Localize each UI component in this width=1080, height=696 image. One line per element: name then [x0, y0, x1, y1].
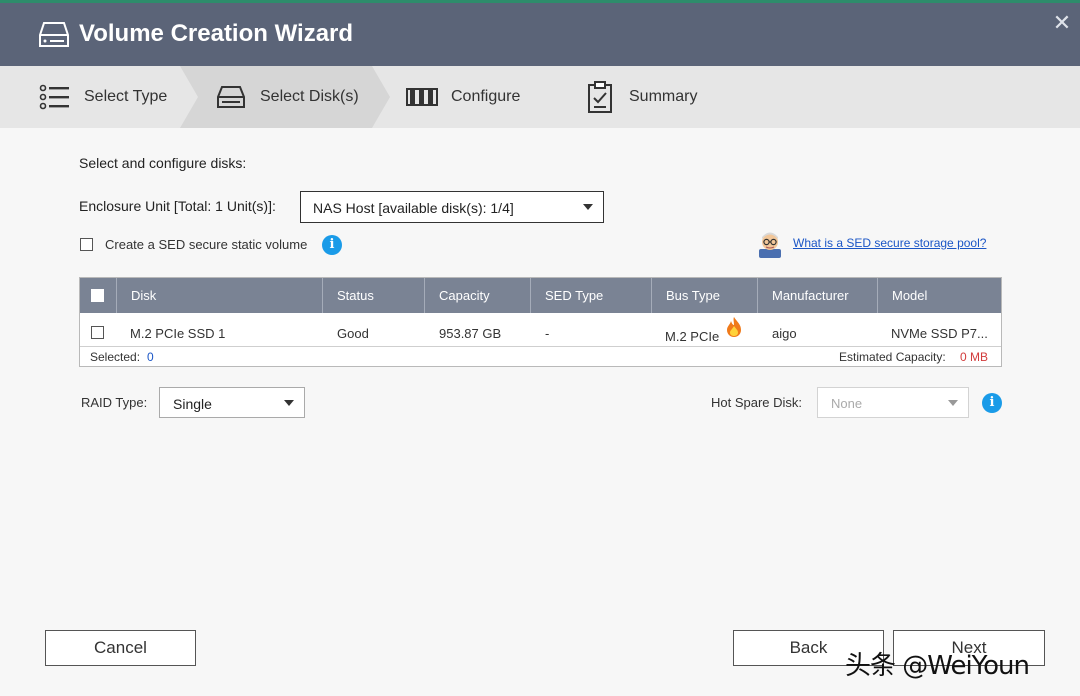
- step-configure[interactable]: Configure: [405, 66, 520, 128]
- chevron-down-icon: [583, 204, 593, 210]
- chevron-down-icon: [284, 400, 294, 406]
- step-summary[interactable]: Summary: [583, 66, 697, 128]
- cell-sed-type: -: [545, 326, 550, 341]
- column-header-disk[interactable]: Disk: [116, 278, 322, 313]
- cell-bus-type: M.2 PCIe: [665, 329, 720, 344]
- advisor-avatar-icon: [759, 232, 781, 258]
- watermark: 头条 @WeiYoun: [845, 651, 1030, 681]
- estimated-capacity-label: Estimated Capacity:: [839, 350, 946, 364]
- sed-checkbox[interactable]: [80, 238, 93, 251]
- step-select-disks[interactable]: Select Disk(s): [214, 66, 359, 128]
- step-label: Select Type: [84, 88, 168, 105]
- enclosure-value: NAS Host [available disk(s): 1/4]: [313, 200, 514, 216]
- step-label: Select Disk(s): [260, 88, 359, 105]
- info-icon[interactable]: i: [982, 393, 1002, 413]
- wizard-steps: Select Type Select Disk(s) Configure Sum…: [0, 66, 1080, 128]
- table-row[interactable]: M.2 PCIe SSD 1 Good 953.87 GB - M.2 PCIe…: [80, 313, 1001, 347]
- cell-disk: M.2 PCIe SSD 1: [130, 326, 226, 341]
- cancel-button[interactable]: Cancel: [45, 630, 196, 666]
- raid-type-select[interactable]: Single: [159, 387, 305, 418]
- sed-label: Create a SED secure static volume: [105, 237, 308, 252]
- selected-count: 0: [147, 350, 154, 364]
- table-header: Disk Status Capacity SED Type Bus Type M…: [80, 278, 1001, 313]
- info-icon[interactable]: i: [322, 235, 342, 255]
- configure-icon: [405, 82, 439, 112]
- disk-table: Disk Status Capacity SED Type Bus Type M…: [79, 277, 1002, 367]
- enclosure-select[interactable]: NAS Host [available disk(s): 1/4]: [300, 191, 604, 223]
- row-checkbox[interactable]: [91, 326, 104, 339]
- clipboard-icon: [583, 81, 617, 113]
- window-title: Volume Creation Wizard: [79, 20, 354, 47]
- select-all-checkbox[interactable]: [91, 289, 104, 302]
- column-header-model[interactable]: Model: [877, 278, 1001, 313]
- fire-icon: [727, 317, 741, 337]
- hot-spare-select[interactable]: None: [817, 387, 969, 418]
- table-footer: Selected: 0 Estimated Capacity: 0 MB: [80, 347, 1001, 366]
- hot-spare-value: None: [831, 396, 863, 411]
- estimated-capacity-value: 0 MB: [960, 350, 989, 364]
- column-header-sed-type[interactable]: SED Type: [530, 278, 651, 313]
- step-label: Summary: [629, 88, 698, 105]
- hot-spare-label: Hot Spare Disk:: [711, 395, 803, 410]
- nas-drive-icon: [39, 22, 69, 47]
- raid-type-value: Single: [173, 396, 212, 412]
- section-title: Select and configure disks:: [79, 155, 247, 171]
- raid-type-label: RAID Type:: [81, 395, 148, 410]
- title-bar: Volume Creation Wizard ✕: [0, 0, 1080, 66]
- column-header-manufacturer[interactable]: Manufacturer: [757, 278, 877, 313]
- selected-label: Selected:: [90, 350, 141, 364]
- list-icon: [38, 82, 72, 112]
- disk-icon: [214, 82, 248, 112]
- sed-help-link[interactable]: What is a SED secure storage pool?: [793, 236, 986, 250]
- column-header-status[interactable]: Status: [322, 278, 424, 313]
- step-select-type[interactable]: Select Type: [38, 66, 167, 128]
- chevron-down-icon: [948, 400, 958, 406]
- column-header-capacity[interactable]: Capacity: [424, 278, 530, 313]
- cell-model: NVMe SSD P7...: [891, 326, 988, 341]
- cell-status: Good: [337, 326, 369, 341]
- enclosure-label: Enclosure Unit [Total: 1 Unit(s)]:: [79, 198, 276, 214]
- close-button[interactable]: ✕: [1050, 11, 1074, 35]
- step-label: Configure: [451, 88, 521, 105]
- cell-manufacturer: aigo: [772, 326, 797, 341]
- cell-capacity: 953.87 GB: [439, 326, 502, 341]
- column-header-bus-type[interactable]: Bus Type: [651, 278, 757, 313]
